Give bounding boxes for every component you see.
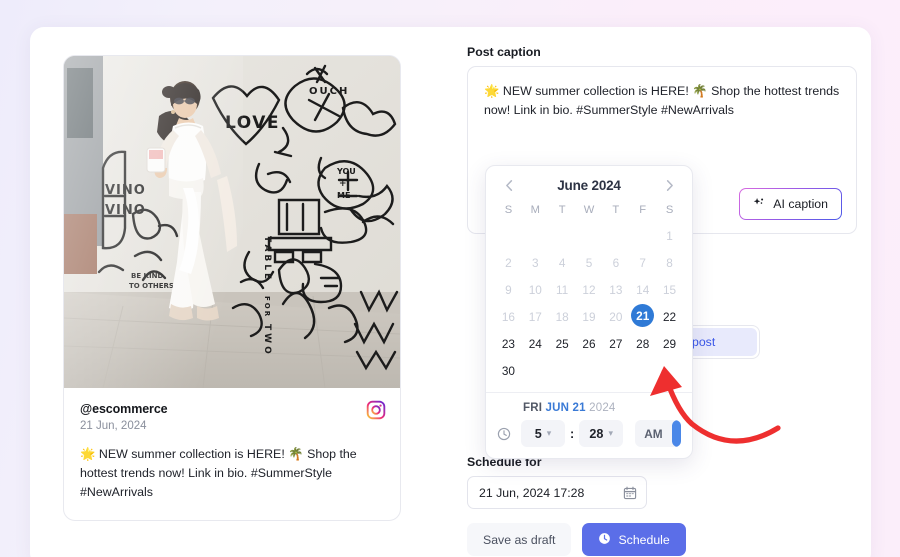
selected-month-day: JUN 21 — [545, 402, 586, 414]
calendar-day-9: 9 — [505, 282, 512, 297]
hour-value: 5 — [534, 426, 542, 441]
post-preview-caption: 🌟 NEW summer collection is HERE! 🌴 Shop … — [80, 447, 357, 499]
ai-caption-label: AI caption — [773, 197, 828, 211]
weekday-header-6: S — [665, 204, 674, 216]
calendar-day-22[interactable]: 22 — [656, 304, 683, 329]
calendar-blank-cell — [602, 223, 629, 248]
calendar-day-23[interactable]: 23 — [495, 331, 522, 356]
datepicker-time-panel: FRI JUN 21 2024 5 ▾ : 28 ▾ AM — [486, 392, 692, 458]
post-preview-image: LOVE OUCH YOU + ME VINO VINO BE KIND TO … — [64, 56, 400, 388]
minute-select[interactable]: 28 ▾ — [579, 420, 624, 447]
hour-select[interactable]: 5 ▾ — [521, 420, 565, 447]
calendar-blank-cell — [576, 223, 603, 248]
time-controls: 5 ▾ : 28 ▾ AM PM — [497, 420, 681, 447]
post-preview-card: LOVE OUCH YOU + ME VINO VINO BE KIND TO … — [63, 55, 401, 521]
calendar-day-13: 13 — [609, 282, 623, 297]
time-separator: : — [570, 426, 575, 441]
calendar-day-25[interactable]: 25 — [549, 331, 576, 356]
calendar-day-2: 2 — [505, 255, 512, 270]
scheduler-card: LOVE OUCH YOU + ME VINO VINO BE KIND TO … — [30, 27, 871, 557]
chevron-down-icon: ▾ — [546, 428, 552, 438]
calendar-day-4: 4 — [558, 255, 566, 270]
pm-toggle-button[interactable]: PM — [671, 420, 681, 447]
calendar-day-19: 19 — [582, 309, 596, 324]
calendar-day-16: 16 — [501, 309, 515, 324]
page-root: LOVE OUCH YOU + ME VINO VINO BE KIND TO … — [0, 0, 900, 557]
svg-text:FOR: FOR — [263, 296, 271, 318]
schedule-for-block: Schedule for 21 Jun, 2024 17:28 — [467, 455, 871, 509]
post-type-chip-label: post — [685, 328, 757, 356]
calendar-day-8: 8 — [666, 255, 673, 270]
calendar-icon[interactable] — [623, 486, 637, 500]
ai-caption-button[interactable]: AI caption — [739, 188, 842, 220]
meridiem-toggle: AM PM — [635, 420, 681, 447]
instagram-icon — [366, 400, 386, 420]
calendar-day-11: 11 — [556, 282, 569, 297]
datepicker-header: June 2024 — [486, 166, 692, 199]
weekday-header-5: F — [639, 204, 647, 216]
chevron-right-icon[interactable] — [660, 176, 678, 194]
post-caption-label: Post caption — [467, 45, 541, 59]
datepicker-popover: June 2024 S M T W T F S 1 2 3 4 5 6 7 8 9 10 11 12 13 14 15 16… — [485, 165, 693, 459]
calendar-day-7: 7 — [639, 255, 646, 270]
schedule-datetime-value: 21 Jun, 2024 17:28 — [479, 485, 585, 500]
weekday-header-1: M — [530, 204, 540, 216]
datepicker-selected-date: FRI JUN 21 2024 — [523, 402, 681, 414]
chevron-left-icon[interactable] — [500, 176, 518, 194]
datepicker-month-label: June 2024 — [557, 177, 621, 193]
svg-text:ME: ME — [337, 191, 350, 200]
post-type-chip[interactable]: post — [682, 325, 760, 359]
calendar-day-3: 3 — [531, 255, 539, 270]
composer-actions: Save as draft Schedule — [467, 523, 686, 556]
post-preview-meta: @escommerce 21 Jun, 2024 — [64, 388, 400, 432]
account-handle: @escommerce — [80, 402, 168, 416]
svg-text:OUCH: OUCH — [309, 86, 349, 97]
calendar-day-28[interactable]: 28 — [629, 331, 656, 356]
calendar-day-15: 15 — [663, 282, 677, 297]
calendar-day-10: 10 — [528, 282, 542, 297]
minute-value: 28 — [589, 426, 604, 441]
selected-year: 2024 — [589, 402, 616, 414]
calendar-day-1: 1 — [666, 228, 673, 243]
calendar-day-29[interactable]: 29 — [656, 331, 683, 356]
calendar-day-17: 17 — [528, 309, 542, 324]
weekday-header-0: S — [504, 204, 513, 216]
calendar-day-21[interactable]: 21 — [631, 304, 655, 327]
calendar-day-30[interactable]: 30 — [495, 358, 522, 383]
weekday-header-3: W — [583, 204, 595, 216]
svg-text:YOU: YOU — [336, 167, 356, 176]
chevron-down-icon: ▾ — [608, 428, 613, 438]
calendar-day-14: 14 — [636, 282, 650, 297]
datepicker-grid: S M T W T F S 1 2 3 4 5 6 7 8 9 10 11 12 13 14 15 16 17 18 19 20 21… — [486, 199, 692, 392]
calendar-blank-cell — [522, 223, 549, 248]
calendar-day-26[interactable]: 26 — [576, 331, 603, 356]
sparkle-icon — [753, 197, 766, 212]
weekday-header-4: T — [612, 204, 620, 216]
selected-weekday: FRI — [523, 402, 543, 414]
schedule-button-label: Schedule — [618, 532, 670, 547]
schedule-button[interactable]: Schedule — [582, 523, 686, 556]
calendar-day-5: 5 — [585, 255, 593, 270]
schedule-datetime-input[interactable]: 21 Jun, 2024 17:28 — [467, 476, 647, 509]
calendar-day-18: 18 — [555, 309, 569, 324]
svg-text:+: + — [339, 179, 347, 189]
caption-input-value: 🌟 NEW summer collection is HERE! 🌴 Shop … — [484, 84, 840, 118]
clock-icon — [497, 427, 511, 441]
calendar-blank-cell — [549, 223, 576, 248]
am-toggle-button[interactable]: AM — [635, 420, 671, 447]
calendar-day-6: 6 — [612, 255, 620, 270]
calendar-day-12: 12 — [582, 282, 596, 297]
save-as-draft-button[interactable]: Save as draft — [467, 523, 572, 556]
calendar-day-27[interactable]: 27 — [602, 331, 629, 356]
calendar-day-20: 20 — [609, 309, 623, 324]
svg-text:TWO: TWO — [262, 324, 272, 357]
calendar-blank-cell — [629, 223, 656, 248]
calendar-day-24[interactable]: 24 — [522, 331, 549, 356]
post-date: 21 Jun, 2024 — [80, 420, 147, 432]
weekday-header-2: T — [558, 204, 566, 216]
svg-text:TABLE: TABLE — [262, 236, 272, 282]
clock-icon — [598, 532, 611, 548]
calendar-blank-cell — [495, 223, 522, 248]
